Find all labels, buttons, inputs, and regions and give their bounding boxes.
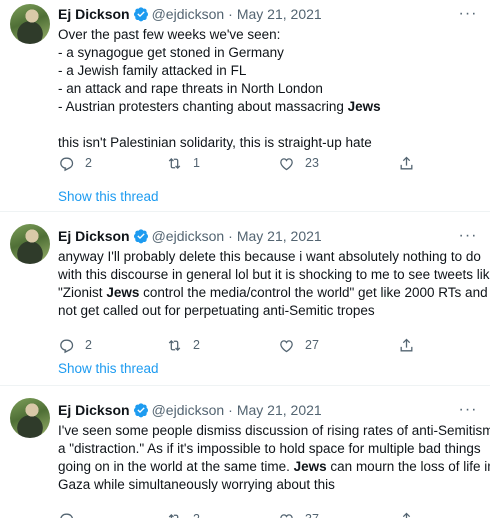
reply-button[interactable]: [58, 511, 85, 518]
tweet-text-line: - a Jewish family attacked in FL: [58, 63, 247, 78]
tweet-text-line: a "distraction." As if it's impossible t…: [58, 441, 481, 456]
highlighted-term: Jews: [293, 459, 327, 474]
tweet-header: Ej Dickson @ejdickson · May 21, 2021 ···: [58, 400, 478, 420]
share-icon: [402, 512, 411, 518]
tweet-text-segment: "Zionist: [58, 285, 107, 300]
like-count: 23: [305, 156, 319, 170]
tweet-text-segment: going on in the world at the same time.: [58, 459, 294, 474]
retweet-button[interactable]: 2: [166, 337, 200, 354]
retweet-count: 2: [193, 512, 200, 518]
retweet-icon: [168, 513, 179, 518]
separator-dot: ·: [228, 402, 233, 418]
author-handle[interactable]: @ejdickson: [152, 6, 225, 22]
separator-dot: ·: [228, 228, 233, 244]
tweet-text-line: - a synagogue get stoned in Germany: [58, 45, 284, 60]
like-count: 37: [305, 512, 319, 518]
avatar[interactable]: [10, 224, 50, 264]
tweet-text-line: going on in the world at the same time. …: [58, 458, 490, 476]
avatar[interactable]: [10, 4, 50, 44]
author-name[interactable]: Ej Dickson: [58, 6, 130, 22]
tweet-date[interactable]: May 21, 2021: [237, 402, 322, 418]
tweet-header: Ej Dickson @ejdickson · May 21, 2021 ···: [58, 226, 478, 246]
share-button[interactable]: [398, 155, 425, 172]
tweet-text-segment: can mourn the loss of life in: [326, 459, 490, 474]
tweet-text: Over the past few weeks we've seen: - a …: [58, 26, 478, 152]
tweet-actions: 2 37: [58, 508, 478, 518]
show-thread-link[interactable]: Show this thread: [58, 189, 159, 204]
tweet-text-line: with this discourse in general lol but i…: [58, 267, 490, 282]
retweet-button[interactable]: 2: [166, 511, 200, 518]
reply-button[interactable]: 2: [58, 155, 92, 172]
like-button[interactable]: 23: [278, 155, 319, 172]
like-button[interactable]: 27: [278, 337, 319, 354]
show-thread-link[interactable]: Show this thread: [58, 361, 159, 376]
verified-badge-icon: [133, 7, 148, 22]
tweet-date[interactable]: May 21, 2021: [237, 228, 322, 244]
tweet-text-line: not get called out for perpetuating anti…: [58, 303, 375, 318]
highlighted-term: Jews: [347, 99, 381, 114]
retweet-count: 1: [193, 156, 200, 170]
more-icon[interactable]: ···: [458, 226, 478, 246]
tweet-text-segment: - Austrian protesters chanting about mas…: [58, 99, 348, 114]
like-count: 27: [305, 338, 319, 352]
retweet-count: 2: [193, 338, 200, 352]
tweet-text-line: Over the past few weeks we've seen:: [58, 27, 281, 42]
avatar[interactable]: [10, 398, 50, 438]
tweet-actions: 2 1 23: [58, 152, 478, 174]
tweet-content: Ej Dickson @ejdickson · May 21, 2021 ···…: [58, 226, 490, 353]
reply-icon: [60, 157, 74, 171]
tweet-text-line: - Austrian protesters chanting about mas…: [58, 98, 478, 116]
share-icon: [400, 156, 413, 169]
share-button[interactable]: [398, 337, 425, 354]
tweet-text-line: - an attack and rape threats in North Lo…: [58, 81, 323, 96]
tweet-text: anyway I'll probably delete this because…: [58, 248, 490, 320]
tweet-header: Ej Dickson @ejdickson · May 21, 2021 ···: [58, 4, 478, 24]
retweet-button[interactable]: 1: [166, 155, 200, 172]
retweet-icon: [168, 339, 181, 351]
more-icon[interactable]: ···: [458, 400, 478, 420]
author-handle[interactable]: @ejdickson: [152, 402, 225, 418]
tweet[interactable]: Ej Dickson @ejdickson · May 21, 2021 ···…: [0, 212, 490, 386]
author-handle[interactable]: @ejdickson: [152, 228, 225, 244]
reply-count: 2: [85, 338, 92, 352]
like-icon: [280, 513, 293, 518]
reply-icon: [60, 513, 74, 518]
tweet-actions: 2 2 27: [58, 334, 478, 356]
reply-icon: [60, 339, 74, 353]
like-button[interactable]: 37: [278, 511, 319, 518]
like-icon: [280, 157, 293, 170]
tweet[interactable]: Ej Dickson @ejdickson · May 21, 2021 ···…: [0, 386, 490, 518]
tweet-content: Ej Dickson @ejdickson · May 21, 2021 ···…: [58, 4, 478, 171]
verified-badge-icon: [133, 229, 148, 244]
highlighted-term: Jews: [106, 285, 140, 300]
share-button[interactable]: [398, 511, 425, 518]
tweet-text: I've seen some people dismiss discussion…: [58, 422, 490, 494]
retweet-icon: [168, 157, 181, 169]
tweet-text-line: Gaza while simultaneously worrying about…: [58, 477, 335, 492]
reply-button[interactable]: 2: [58, 337, 92, 354]
tweet-text-line: I've seen some people dismiss discussion…: [58, 423, 490, 438]
tweet-date[interactable]: May 21, 2021: [237, 6, 322, 22]
author-name[interactable]: Ej Dickson: [58, 228, 130, 244]
share-icon: [400, 338, 413, 351]
tweet[interactable]: Ej Dickson @ejdickson · May 21, 2021 ···…: [0, 0, 490, 212]
tweet-text-line: "Zionist Jews control the media/control …: [58, 284, 488, 302]
tweet-text-line: this isn't Palestinian solidarity, this …: [58, 135, 372, 150]
more-icon[interactable]: ···: [458, 4, 478, 24]
like-icon: [280, 339, 293, 352]
verified-badge-icon: [133, 403, 148, 418]
reply-count: 2: [85, 156, 92, 170]
separator-dot: ·: [228, 6, 233, 22]
author-name[interactable]: Ej Dickson: [58, 402, 130, 418]
tweet-content: Ej Dickson @ejdickson · May 21, 2021 ···…: [58, 400, 490, 518]
tweet-text-line: anyway I'll probably delete this because…: [58, 249, 481, 264]
tweet-text-segment: control the media/control the world" get…: [139, 285, 488, 300]
